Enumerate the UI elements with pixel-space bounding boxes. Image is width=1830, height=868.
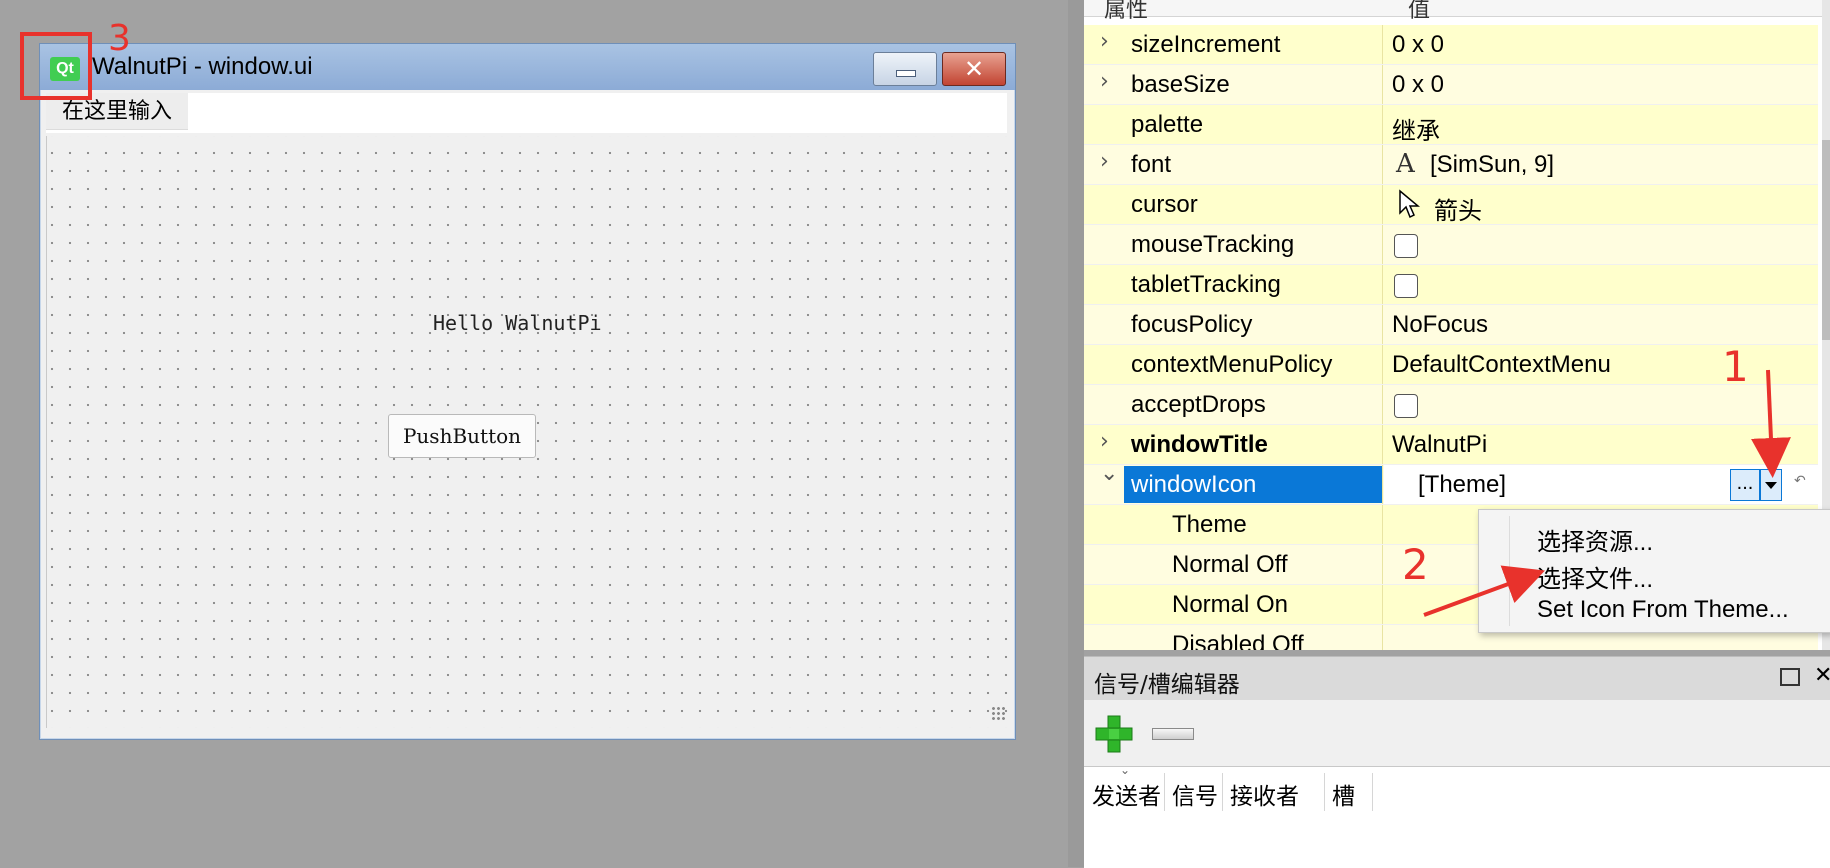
close-icon[interactable]: ✕ (1814, 663, 1830, 688)
signal-slot-table[interactable]: ⌄ 发送者 信号 接收者 槽 (1084, 763, 1830, 868)
column-separator (1164, 773, 1165, 811)
signal-slot-title: 信号/槽编辑器 (1094, 672, 1240, 698)
annotation-number-1: 1 (1722, 342, 1749, 391)
float-icon[interactable] (1780, 668, 1800, 686)
column-separator (1324, 773, 1325, 811)
column-sender[interactable]: 发送者 (1092, 777, 1161, 811)
column-separator (1222, 773, 1223, 811)
annotation-arrow-1 (1750, 369, 1791, 478)
remove-icon[interactable] (1152, 728, 1194, 740)
column-signal[interactable]: 信号 (1172, 777, 1218, 811)
add-icon[interactable] (1094, 714, 1134, 754)
signal-slot-header: 信号/槽编辑器 ✕ (1084, 656, 1830, 701)
column-receiver[interactable]: 接收者 (1230, 777, 1299, 811)
signal-slot-toolbar (1084, 700, 1830, 766)
annotation-number-2: 2 (1402, 540, 1429, 589)
column-separator (1372, 773, 1373, 811)
sort-indicator-icon: ⌄ (1120, 763, 1131, 777)
column-slot[interactable]: 槽 (1332, 777, 1355, 811)
annotation-arrow-2 (1423, 565, 1546, 617)
